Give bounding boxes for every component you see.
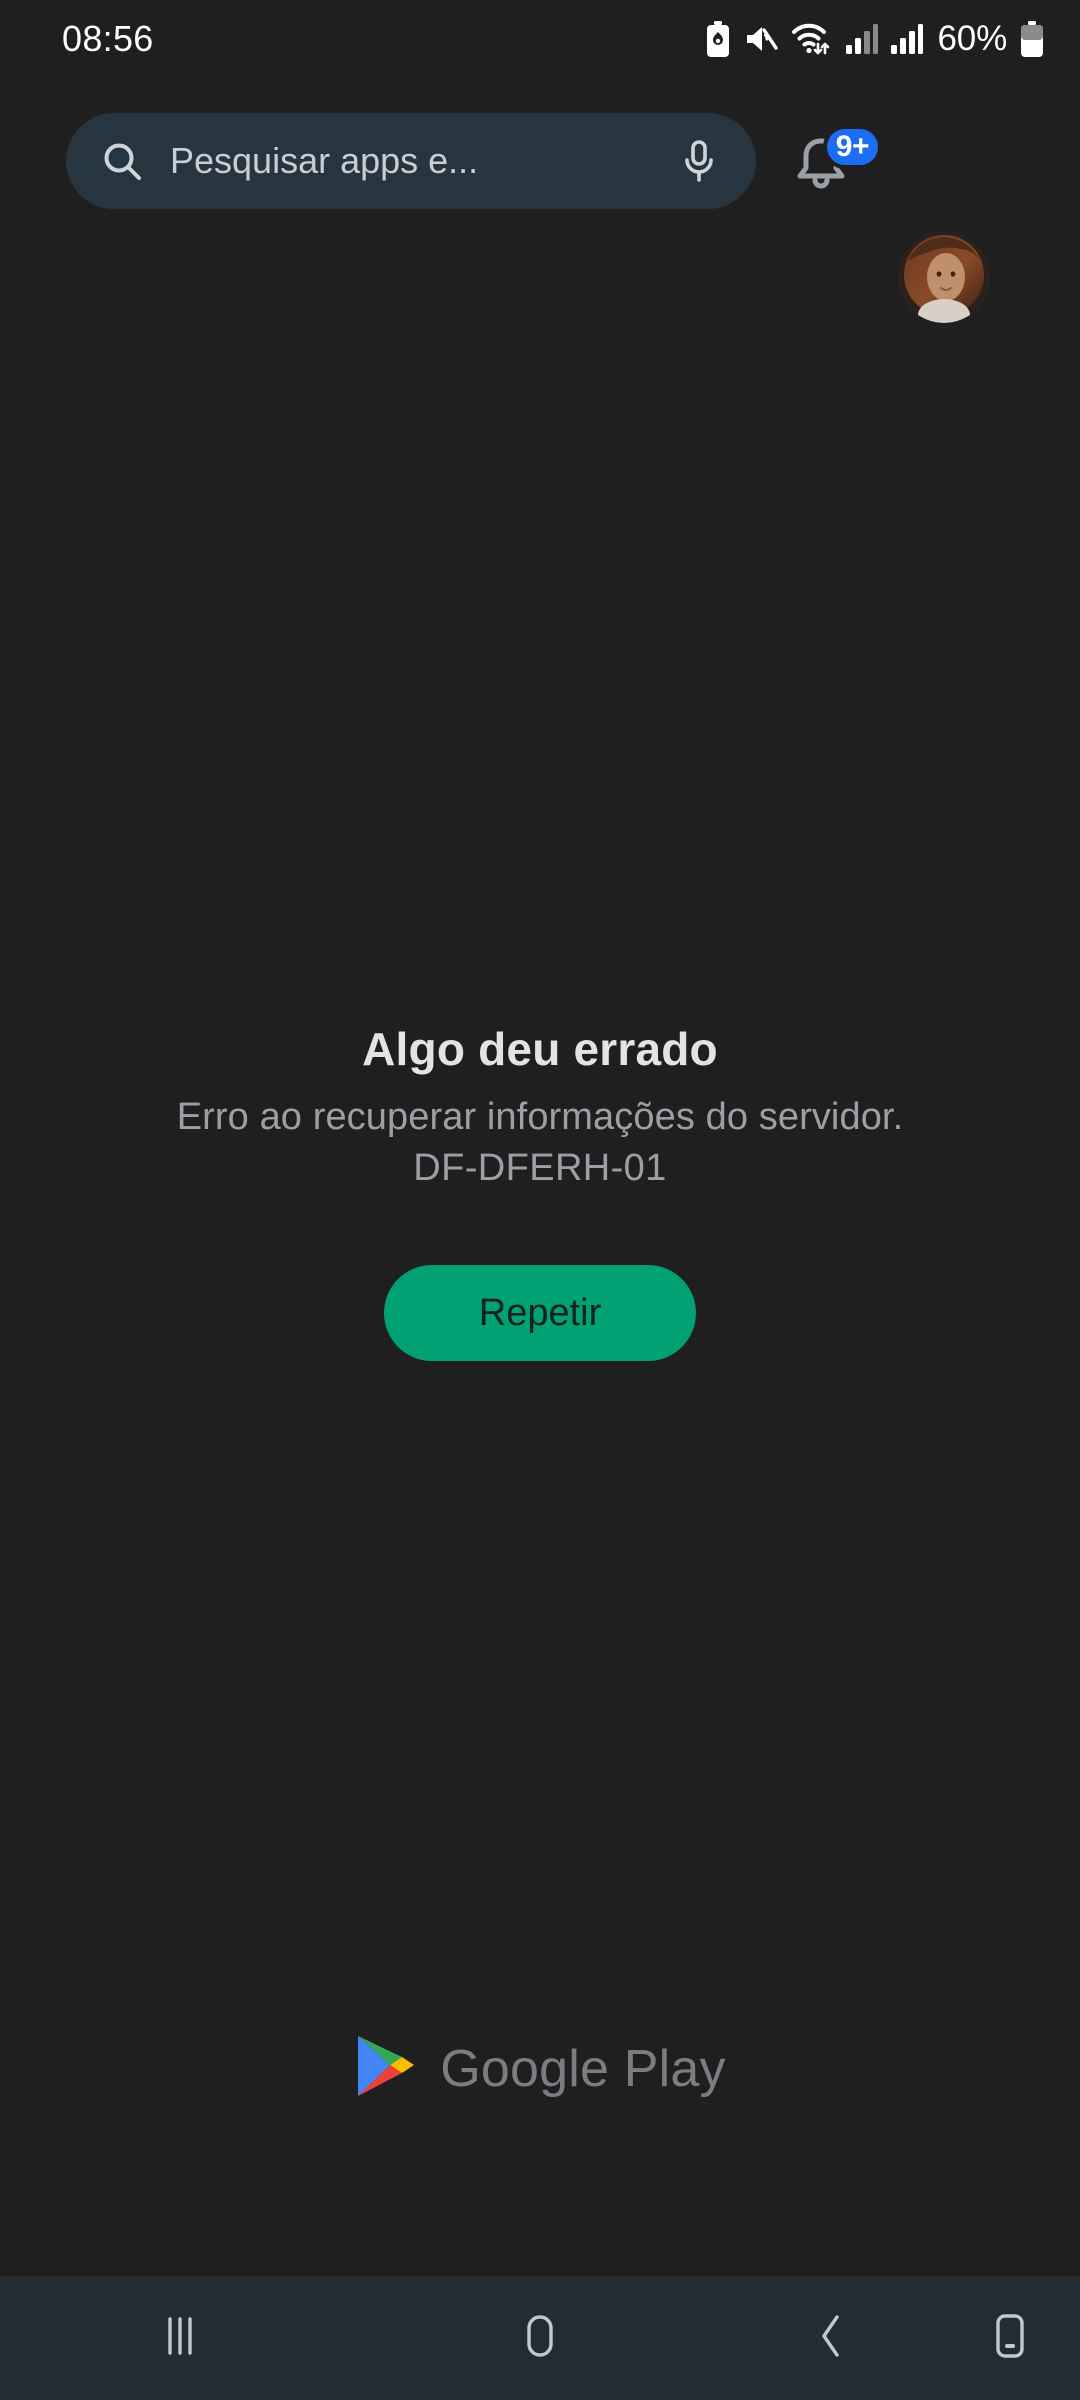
error-message-block: Algo deu errado Erro ao recuperar inform… [0, 1022, 1080, 1361]
phone-screen: 08:56 60% Pesquisar apps e... 9+ Algo de… [0, 0, 1080, 2400]
search-bar[interactable]: Pesquisar apps e... [66, 113, 756, 209]
notifications-button[interactable]: 9+ [786, 125, 882, 197]
mute-icon [744, 24, 778, 54]
status-icons-group: 60% [705, 19, 1044, 59]
status-bar: 08:56 60% [0, 0, 1080, 78]
google-play-branding: Google Play [0, 2032, 1080, 2105]
device-button[interactable] [940, 2276, 1080, 2400]
recents-button[interactable] [0, 2276, 360, 2400]
recents-icon [157, 2313, 203, 2364]
navigation-bar [0, 2276, 1080, 2400]
search-icon[interactable] [94, 139, 150, 183]
avatar[interactable] [898, 231, 990, 323]
signal-bars-sim2-icon [890, 24, 923, 54]
error-code: DF-DFERH-01 [413, 1147, 667, 1189]
back-icon [810, 2312, 850, 2365]
battery-saver-icon [705, 21, 731, 57]
back-button[interactable] [720, 2276, 940, 2400]
retry-button[interactable]: Repetir [384, 1265, 696, 1361]
device-icon [990, 2311, 1030, 2366]
error-description: Erro ao recuperar informações do servido… [176, 1096, 904, 1138]
signal-bars-sim1-icon [845, 24, 878, 54]
microphone-icon[interactable] [672, 138, 726, 184]
google-play-logo-icon [354, 2032, 416, 2105]
wifi-data-icon [791, 22, 833, 56]
status-clock: 08:56 [62, 18, 154, 59]
search-row: Pesquisar apps e... 9+ [0, 113, 1080, 323]
battery-icon [1020, 21, 1044, 57]
search-input[interactable]: Pesquisar apps e... [170, 140, 672, 182]
battery-percentage: 60% [937, 19, 1008, 58]
home-button[interactable] [360, 2276, 720, 2400]
error-title: Algo deu errado [362, 1023, 718, 1075]
notification-badge: 9+ [822, 125, 882, 169]
home-icon [517, 2312, 563, 2365]
google-play-wordmark: Google Play [440, 2039, 726, 2098]
